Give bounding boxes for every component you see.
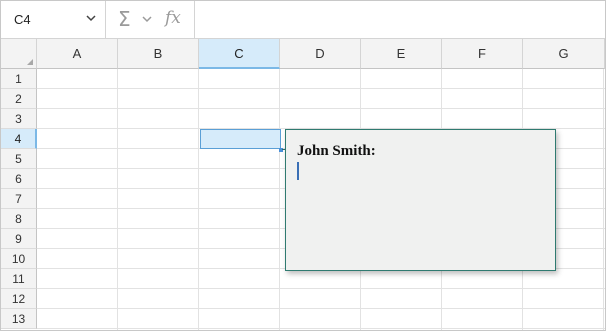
spreadsheet-window: C4 Σ fx A B C D E F G 1 2 3 4 5 6 7 8 9 … — [0, 0, 606, 331]
comment-author: John Smith: — [297, 143, 376, 159]
row-header-3[interactable]: 3 — [1, 109, 37, 129]
row-header-10[interactable]: 10 — [1, 249, 37, 269]
chevron-down-icon[interactable] — [142, 14, 152, 24]
sheet-grid: A B C D E F G 1 2 3 4 5 6 7 8 9 10 11 12… — [1, 39, 605, 330]
row-header-8[interactable]: 8 — [1, 209, 37, 229]
row-header-5[interactable]: 5 — [1, 149, 37, 169]
select-all-triangle-icon — [27, 59, 33, 65]
row-header-2[interactable]: 2 — [1, 89, 37, 109]
fx-icon[interactable]: fx — [165, 8, 181, 28]
row-header-6[interactable]: 6 — [1, 169, 37, 189]
column-header-b[interactable]: B — [118, 39, 199, 69]
select-all-corner[interactable] — [1, 39, 37, 69]
row-header-1[interactable]: 1 — [1, 69, 37, 89]
sigma-icon[interactable]: Σ — [118, 7, 131, 31]
column-header-d[interactable]: D — [280, 39, 361, 69]
comment-box[interactable]: John Smith: — [285, 129, 556, 271]
column-header-g[interactable]: G — [523, 39, 605, 69]
column-header-c[interactable]: C — [199, 39, 280, 69]
column-header-e[interactable]: E — [361, 39, 442, 69]
row-header-4[interactable]: 4 — [1, 129, 37, 149]
column-header-a[interactable]: A — [37, 39, 118, 69]
text-cursor — [297, 162, 299, 180]
formula-tools: Σ fx — [106, 1, 195, 38]
name-box[interactable]: C4 — [1, 1, 106, 38]
row-header-9[interactable]: 9 — [1, 229, 37, 249]
selected-cell-c4[interactable] — [200, 129, 281, 149]
chevron-down-icon[interactable] — [86, 13, 96, 23]
column-header-f[interactable]: F — [442, 39, 523, 69]
row-header-13[interactable]: 13 — [1, 309, 37, 329]
row-header-11[interactable]: 11 — [1, 269, 37, 289]
name-box-value: C4 — [14, 12, 31, 27]
row-header-7[interactable]: 7 — [1, 189, 37, 209]
formula-bar: C4 Σ fx — [1, 1, 605, 39]
row-header-12[interactable]: 12 — [1, 289, 37, 309]
formula-input[interactable] — [195, 1, 605, 38]
